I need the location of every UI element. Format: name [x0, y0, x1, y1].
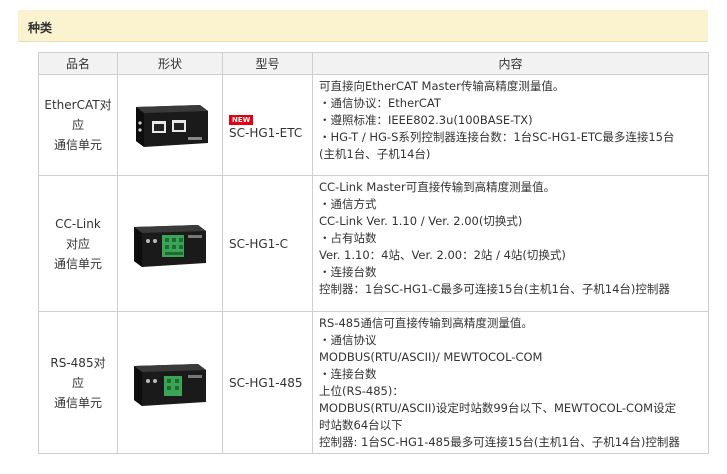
- header-content: 内容: [312, 52, 709, 75]
- content-line: ・通信协议: [319, 333, 377, 347]
- section-header: 种类: [18, 10, 708, 42]
- product-name-line: CC-Link: [55, 216, 101, 231]
- content-line: ・通信方式: [319, 197, 377, 211]
- product-name-line: EtherCAT对: [44, 98, 112, 112]
- product-image-cell: [117, 74, 223, 176]
- content-line: 控制器：1台SC-HG1-C最多可连接15台(主机1台、子机14台)控制器: [319, 282, 670, 296]
- cc-link-unit-image: [134, 224, 206, 267]
- model-cell: NEW SC-HG1-ETC: [222, 74, 313, 176]
- product-table: 品名 形状 型号 内容 EtherCAT对 应 通信单元 NEW SC-HG1-…: [38, 52, 709, 454]
- product-name: EtherCAT对 应 通信单元: [38, 74, 118, 176]
- content-cell: RS-485通信可直接传输到高精度测量值。 ・通信协议 MODBUS(RTU/A…: [312, 311, 709, 454]
- content-line: 控制器: 1台SC-HG1-485最多可连接15台(主机1台、子机14台)控制器: [319, 435, 680, 449]
- product-name-line: 通信单元: [53, 138, 102, 152]
- content-line: ・连接台数: [319, 265, 377, 279]
- product-name-line: 对应: [65, 236, 90, 251]
- table-row: EtherCAT对 应 通信单元 NEW SC-HG1-ETC 可直接向Ethe…: [38, 74, 709, 176]
- header-shape: 形状: [117, 52, 223, 75]
- content-line: 时站数64台以下: [319, 418, 403, 432]
- content-line: CC-Link Ver. 1.10 / Ver. 2.00(切换式): [319, 214, 523, 228]
- product-name-line: RS-485对: [50, 355, 106, 370]
- content-line: (主机1台、子机14台): [319, 147, 431, 161]
- content-line: ・通信协议：EtherCAT: [319, 96, 441, 110]
- content-line: MODBUS(RTU/ASCII)/ MEWTOCOL-COM: [319, 350, 543, 364]
- model-cell: SC-HG1-485: [222, 311, 313, 454]
- product-name-line: 应: [71, 118, 84, 132]
- product-image-cell: [117, 175, 223, 312]
- table-row: CC-Link 对应 通信单元 SC-HG1-C CC-Link Master可…: [38, 175, 709, 312]
- content-line: ・占有站数: [319, 231, 377, 245]
- model-cell: SC-HG1-C: [222, 175, 313, 312]
- table-row: RS-485对 应 通信单元 SC-HG1-485 RS-485通信可直接传输到…: [38, 311, 709, 454]
- content-line: CC-Link Master可直接传输到高精度测量值。: [319, 180, 556, 194]
- product-name: RS-485对 应 通信单元: [38, 311, 118, 454]
- product-name-line: 应: [71, 375, 84, 390]
- rs485-unit-image: [134, 363, 206, 406]
- content-line: ・HG-T / HG-S系列控制器连接台数：1台SC-HG1-ETC最多连接15…: [319, 130, 675, 144]
- product-name-line: 通信单元: [53, 395, 102, 410]
- content-line: RS-485通信可直接传输到高精度测量值。: [319, 316, 533, 330]
- model-number: SC-HG1-ETC: [229, 125, 303, 140]
- content-cell: CC-Link Master可直接传输到高精度测量值。 ・通信方式 CC-Lin…: [312, 175, 709, 312]
- table-header-row: 品名 形状 型号 内容: [38, 52, 709, 75]
- header-name: 品名: [38, 52, 118, 75]
- model-number: SC-HG1-C: [229, 236, 288, 251]
- product-image-cell: [117, 311, 223, 454]
- content-line: 上位(RS-485)：: [319, 384, 404, 398]
- content-cell: 可直接向EtherCAT Master传输高精度测量值。 ・通信协议：Ether…: [312, 74, 709, 176]
- model-number: SC-HG1-485: [229, 375, 303, 390]
- content-line: Ver. 1.10：4站、Ver. 2.00：2站 / 4站(切换式): [319, 248, 566, 262]
- new-badge: NEW: [229, 114, 254, 125]
- section-title: 种类: [28, 21, 53, 35]
- product-name-line: 通信单元: [53, 256, 102, 271]
- content-line: ・连接台数: [319, 367, 377, 381]
- product-name: CC-Link 对应 通信单元: [38, 175, 118, 312]
- header-model: 型号: [222, 52, 313, 75]
- content-line: MODBUS(RTU/ASCII)设定时站数99台以下、MEWTOCOL-COM…: [319, 401, 677, 415]
- content-line: 可直接向EtherCAT Master传输高精度测量值。: [319, 79, 565, 93]
- content-line: ・遵照标准：IEEE802.3u(100BASE-TX): [319, 113, 533, 127]
- ethercat-unit-image: [136, 105, 208, 147]
